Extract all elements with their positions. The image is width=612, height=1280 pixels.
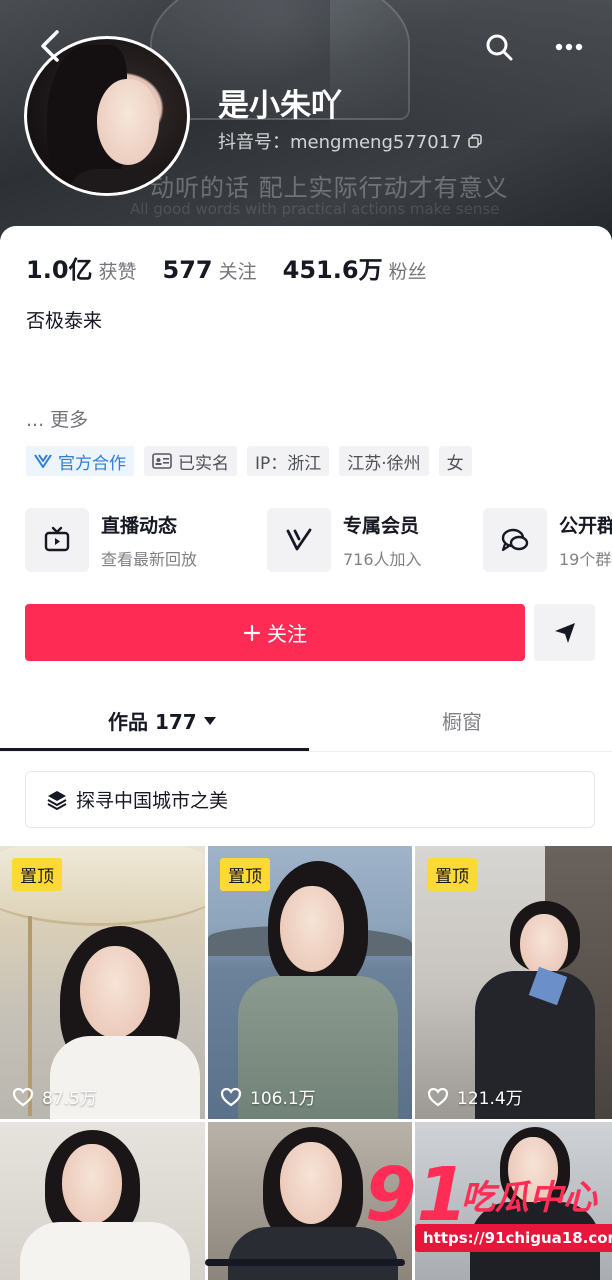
site-watermark: 91 吃瓜中心 https://91chigua18.com xyxy=(365,1152,612,1258)
tag-label: 江苏·徐州 xyxy=(347,453,421,474)
tag-official-partner[interactable]: 官方合作 xyxy=(26,446,134,476)
heart-icon xyxy=(220,1087,242,1106)
feature-membership[interactable]: 专属会员 716人加入 xyxy=(267,508,422,572)
feature-title: 专属会员 xyxy=(343,514,420,537)
caret-down-icon xyxy=(203,716,216,725)
feature-icon-box xyxy=(25,508,89,572)
search-icon xyxy=(486,34,513,61)
collection-entry[interactable]: 探寻中国城市之美 xyxy=(25,771,595,828)
video-likes: 121.4万 xyxy=(427,1084,523,1109)
plus-icon xyxy=(243,624,261,641)
feature-title: 直播动态 xyxy=(101,514,178,537)
banner-slogan-en: All good words with practical actions ma… xyxy=(130,200,500,218)
video-thumbnail[interactable]: 置顶 87.5万 xyxy=(0,846,205,1119)
video-likes: 87.5万 xyxy=(12,1084,97,1109)
tv-icon xyxy=(44,526,70,552)
home-indicator[interactable] xyxy=(205,1259,405,1266)
tag-label: 已实名 xyxy=(178,453,229,474)
douyin-id: 抖音号：mengmeng577017 xyxy=(218,128,482,154)
share-button[interactable] xyxy=(534,604,595,661)
follow-button[interactable]: 关注 xyxy=(25,604,525,661)
tag-label: IP：浙江 xyxy=(255,453,322,474)
video-likes-count: 106.1万 xyxy=(250,1089,316,1109)
watermark-text: 吃瓜中心 xyxy=(461,1178,597,1218)
send-icon xyxy=(554,622,575,643)
feature-subtitle: 查看最新回放 xyxy=(101,549,198,569)
copy-icon[interactable] xyxy=(467,134,482,148)
feature-subtitle: 19个群 xyxy=(559,549,612,569)
more-dots-icon xyxy=(555,43,583,51)
feature-icon-box xyxy=(483,508,547,572)
watermark-url: https://91chigua18.com xyxy=(415,1224,612,1252)
chevron-left-icon xyxy=(41,30,59,62)
feature-icon-box xyxy=(267,508,331,572)
following-label[interactable]: 关注 xyxy=(219,257,257,284)
back-button[interactable] xyxy=(30,26,70,66)
avatar-shirt xyxy=(67,169,187,193)
following-count[interactable]: 577 xyxy=(163,256,213,284)
tag-label: 官方合作 xyxy=(58,453,126,474)
layers-icon xyxy=(47,790,67,810)
tab-works[interactable]: 作品 177 xyxy=(108,706,217,735)
content-tabs: 作品 177 橱窗 xyxy=(0,690,612,752)
search-button[interactable] xyxy=(480,28,518,66)
bio-text: 否极泰来 xyxy=(26,310,103,332)
feature-entries: 直播动态 查看最新回放 专属会员 716人加入 公开群 19个群 xyxy=(25,508,612,572)
followers-count[interactable]: 451.6万 xyxy=(283,250,383,285)
bio-more-link[interactable]: ... 更多 xyxy=(26,405,88,432)
tag-gender: 女 xyxy=(438,446,472,476)
video-cover xyxy=(0,1122,205,1280)
likes-label: 获赞 xyxy=(98,261,137,283)
feature-subtitle: 716人加入 xyxy=(343,549,422,569)
group-chat-icon xyxy=(501,528,529,552)
avatar-face xyxy=(97,79,159,165)
video-likes-count: 121.4万 xyxy=(457,1089,523,1109)
tab-works-label: 作品 177 xyxy=(108,710,197,734)
follow-label: 关注 xyxy=(267,622,307,646)
douyin-id-text: 抖音号：mengmeng577017 xyxy=(218,132,462,153)
pinned-badge: 置顶 xyxy=(427,858,477,891)
more-options-button[interactable] xyxy=(548,28,590,66)
watermark-number: 91 xyxy=(365,1152,468,1238)
followers-label[interactable]: 粉丝 xyxy=(389,257,427,284)
tag-location: 江苏·徐州 xyxy=(339,446,429,476)
official-badge-icon xyxy=(34,454,52,468)
tag-verified[interactable]: 已实名 xyxy=(144,446,237,476)
tag-label: 女 xyxy=(446,453,464,474)
video-likes-count: 87.5万 xyxy=(42,1089,97,1109)
video-thumbnail[interactable]: 置顶 106.1万 xyxy=(208,846,412,1119)
video-likes: 106.1万 xyxy=(220,1084,316,1109)
nickname: 是小朱吖 xyxy=(218,88,342,124)
likes-count: 1.0亿 xyxy=(26,256,93,284)
video-thumbnail[interactable] xyxy=(0,1122,205,1280)
feature-title: 公开群 xyxy=(559,514,612,537)
tab-window[interactable]: 橱窗 xyxy=(442,706,482,735)
feature-live[interactable]: 直播动态 查看最新回放 xyxy=(25,508,197,572)
heart-icon xyxy=(427,1087,449,1106)
pinned-badge: 置顶 xyxy=(220,858,270,891)
vip-v-icon xyxy=(286,528,312,551)
banner-slogan: 动听的话 配上实际行动才有意义 xyxy=(150,174,509,202)
heart-icon xyxy=(12,1087,34,1106)
profile-tags: 官方合作 已实名 IP：浙江 江苏·徐州 女 xyxy=(26,446,472,476)
feature-group-chat[interactable]: 公开群 19个群 xyxy=(483,508,612,572)
stats-row: 1.0亿 获赞 577 关注 451.6万 粉丝 xyxy=(26,250,453,285)
tab-indicator xyxy=(0,748,309,751)
collection-label: 探寻中国城市之美 xyxy=(76,790,229,812)
id-card-icon xyxy=(152,453,172,469)
pinned-badge: 置顶 xyxy=(12,858,62,891)
tag-ip: IP：浙江 xyxy=(247,446,330,476)
video-thumbnail[interactable]: 置顶 121.4万 xyxy=(415,846,612,1119)
